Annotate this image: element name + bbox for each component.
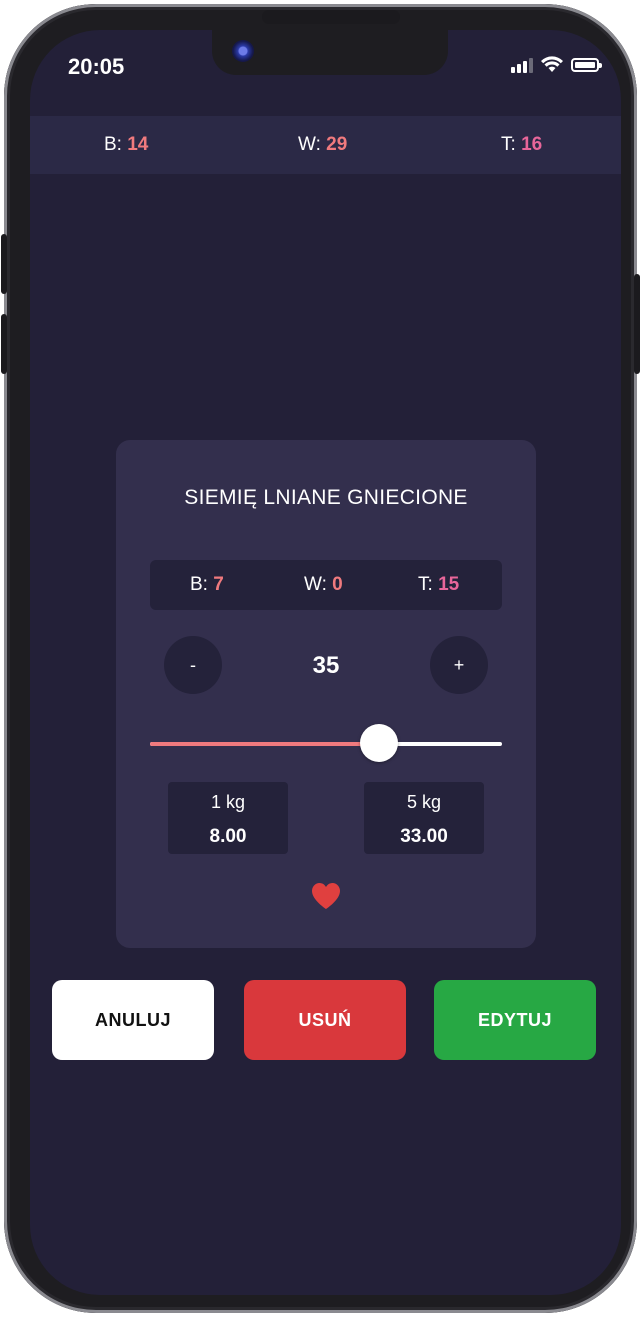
price-per-5kg: 5 kg 33.00 xyxy=(364,782,484,854)
battery-icon xyxy=(571,57,602,72)
cancel-button[interactable]: ANULUJ xyxy=(52,980,214,1060)
total-protein: B: 14 xyxy=(104,134,149,155)
product-carbs: W: 0 xyxy=(304,574,343,595)
volume-down-button xyxy=(1,314,7,374)
total-carbs: W: 29 xyxy=(298,134,348,155)
total-fat: T: 16 xyxy=(501,134,543,155)
phone-frame: 20:05 B: 14 W: 29 T: 16 SIEMIĘ LNIANE GN… xyxy=(1,4,640,1313)
power-button xyxy=(634,274,640,374)
product-fat: T: 15 xyxy=(418,574,460,595)
slider-thumb[interactable] xyxy=(359,724,398,762)
edit-button[interactable]: EDYTUJ xyxy=(434,980,596,1060)
volume-up-button xyxy=(1,234,7,294)
product-macros: B: 7 W: 0 T: 15 xyxy=(150,560,502,610)
wifi-icon xyxy=(541,56,563,72)
price-per-5kg-value: 33.00 xyxy=(400,826,448,847)
status-time: 20:05 xyxy=(68,54,125,79)
amount-value: 35 xyxy=(312,652,340,679)
product-card: SIEMIĘ LNIANE GNIECIONE B: 7 W: 0 T: 15 … xyxy=(116,440,536,948)
product-protein: B: 7 xyxy=(190,574,224,595)
price-per-1kg-label: 1 kg xyxy=(210,792,246,812)
status-icons xyxy=(511,56,602,73)
cellular-signal-icon xyxy=(511,57,533,73)
decrement-button[interactable]: - xyxy=(164,636,222,694)
price-per-1kg: 1 kg 8.00 xyxy=(168,782,288,854)
price-per-5kg-label: 5 kg xyxy=(406,792,442,812)
increment-button[interactable]: + xyxy=(430,636,488,694)
app-screen: 20:05 B: 14 W: 29 T: 16 SIEMIĘ LNIANE GN… xyxy=(30,30,621,1295)
speaker-slot xyxy=(262,10,400,24)
price-per-1kg-value: 8.00 xyxy=(209,826,247,847)
slider-fill xyxy=(150,742,379,746)
heart-icon[interactable] xyxy=(311,882,341,910)
camera-icon xyxy=(232,40,254,62)
delete-button[interactable]: USUŃ xyxy=(244,980,406,1060)
daily-totals-bar: B: 14 W: 29 T: 16 xyxy=(30,116,621,174)
product-title: SIEMIĘ LNIANE GNIECIONE xyxy=(184,486,468,509)
